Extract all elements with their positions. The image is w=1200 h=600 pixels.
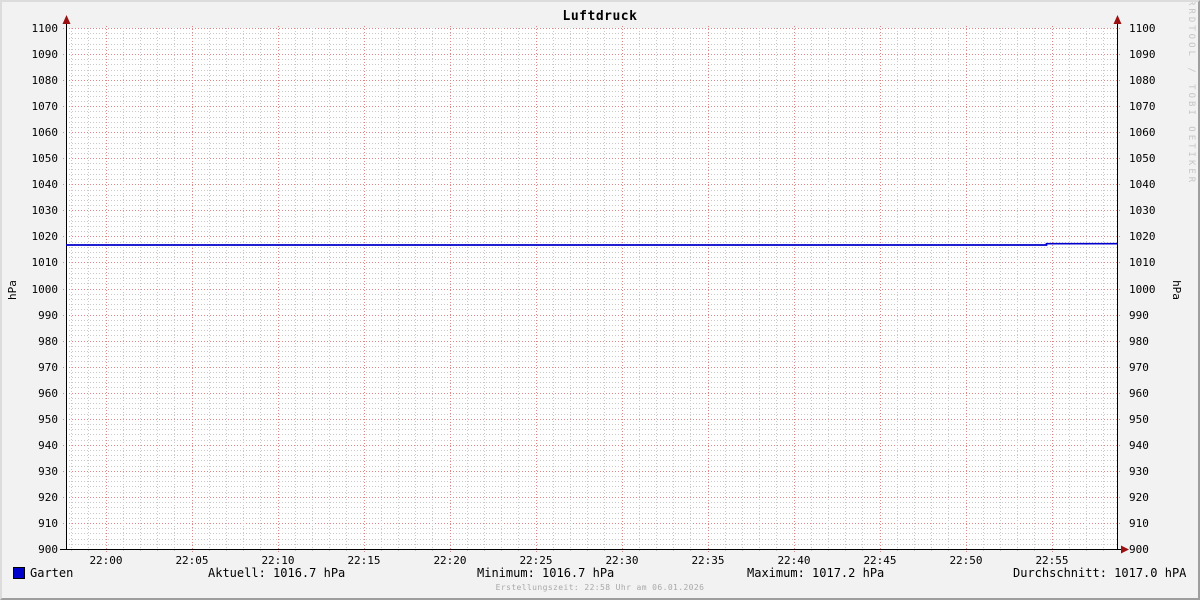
y-tick-label-left: 1080 <box>2 74 58 87</box>
y-tick-label-right: 990 <box>1129 309 1185 322</box>
x-tick-label: 22:20 <box>420 554 480 567</box>
y-tick-label-right: 900 <box>1129 543 1185 556</box>
x-tick-label: 22:00 <box>76 554 136 567</box>
y-tick-label-right: 1030 <box>1129 204 1185 217</box>
y-tick-label-right: 1010 <box>1129 256 1185 269</box>
y-tick-label-left: 1010 <box>2 256 58 269</box>
rrdtool-watermark: RRDTOOL / TOBI OETIKER <box>1184 0 1196 200</box>
y-tick-label-left: 1020 <box>2 230 58 243</box>
y-tick-label-right: 1000 <box>1129 283 1185 296</box>
y-tick-label-right: 980 <box>1129 335 1185 348</box>
y-tick-label-left: 1000 <box>2 283 58 296</box>
y-tick-label-right: 970 <box>1129 361 1185 374</box>
y-tick-label-left: 1070 <box>2 100 58 113</box>
legend-label-garten: Garten <box>30 566 73 580</box>
y-tick-label-right: 1040 <box>1129 178 1185 191</box>
y-tick-label-left: 900 <box>2 543 58 556</box>
y-tick-label-left: 950 <box>2 413 58 426</box>
y-tick-label-right: 1080 <box>1129 74 1185 87</box>
y-tick-label-right: 1070 <box>1129 100 1185 113</box>
y-tick-label-right: 1060 <box>1129 126 1185 139</box>
y-tick-label-right: 930 <box>1129 465 1185 478</box>
x-tick-label: 22:35 <box>678 554 738 567</box>
y-tick-label-left: 1050 <box>2 152 58 165</box>
y-tick-label-right: 1090 <box>1129 48 1185 61</box>
x-tick-label: 22:50 <box>936 554 996 567</box>
stat-minimum: Minimum: 1016.7 hPa <box>477 566 614 580</box>
y-tick-label-left: 1040 <box>2 178 58 191</box>
y-tick-label-left: 980 <box>2 335 58 348</box>
chart-canvas <box>2 2 1198 598</box>
stat-maximum: Maximum: 1017.2 hPa <box>747 566 884 580</box>
y-tick-label-left: 910 <box>2 517 58 530</box>
stat-durchschnitt: Durchschnitt: 1017.0 hPA <box>1013 566 1186 580</box>
legend-swatch-garten <box>13 567 25 579</box>
y-tick-label-left: 960 <box>2 387 58 400</box>
creation-timestamp: Erstellungszeit: 22:58 Uhr am 06.01.2026 <box>2 583 1198 592</box>
y-tick-label-right: 1100 <box>1129 22 1185 35</box>
y-tick-label-right: 960 <box>1129 387 1185 400</box>
y-tick-label-left: 1030 <box>2 204 58 217</box>
y-tick-label-left: 930 <box>2 465 58 478</box>
y-tick-label-right: 950 <box>1129 413 1185 426</box>
y-tick-label-right: 940 <box>1129 439 1185 452</box>
rrdtool-graph: Luftdruck hPa hPa RRDTOOL / TOBI OETIKER… <box>0 0 1200 600</box>
y-tick-label-left: 990 <box>2 309 58 322</box>
y-tick-label-left: 1090 <box>2 48 58 61</box>
chart-title: Luftdruck <box>2 9 1198 24</box>
y-tick-label-left: 1060 <box>2 126 58 139</box>
y-tick-label-left: 940 <box>2 439 58 452</box>
y-tick-label-right: 1050 <box>1129 152 1185 165</box>
y-tick-label-left: 920 <box>2 491 58 504</box>
y-tick-label-right: 1020 <box>1129 230 1185 243</box>
y-tick-label-left: 970 <box>2 361 58 374</box>
y-tick-label-right: 920 <box>1129 491 1185 504</box>
y-tick-label-right: 910 <box>1129 517 1185 530</box>
stat-aktuell: Aktuell: 1016.7 hPa <box>208 566 345 580</box>
y-tick-label-left: 1100 <box>2 22 58 35</box>
